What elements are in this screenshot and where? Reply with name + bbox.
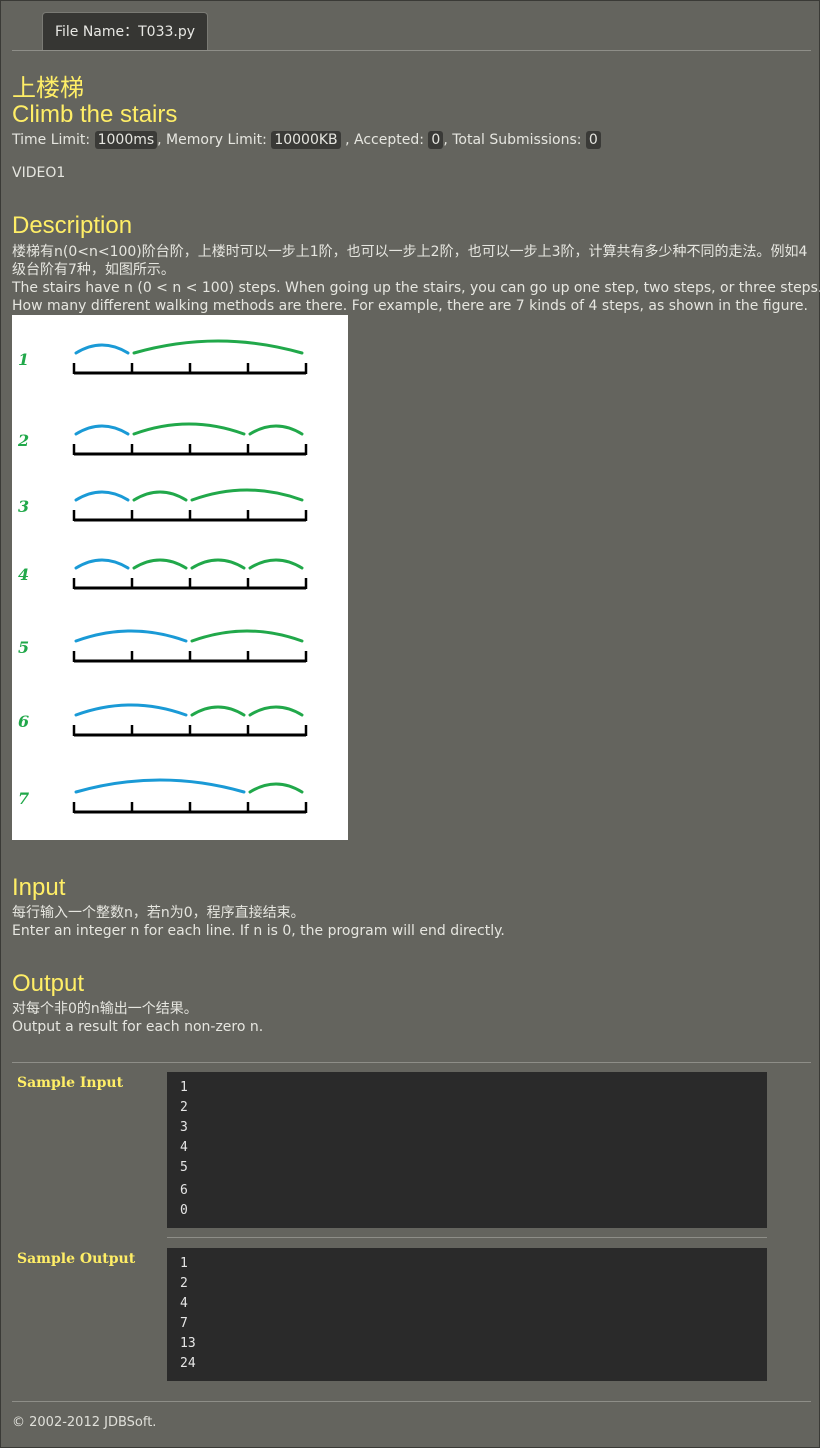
accepted-label: , Accepted:	[340, 132, 429, 148]
step-arc	[132, 339, 304, 355]
row-label: 7	[18, 789, 29, 808]
row-label: 5	[18, 638, 29, 657]
tab-bar: File Name：T033.py	[12, 12, 811, 51]
description-en-line2: How many different walking methods are t…	[12, 298, 808, 314]
tab-file-name[interactable]: File Name：T033.py	[42, 12, 208, 50]
step-arc	[74, 778, 246, 794]
staircase-row: 6	[18, 703, 308, 737]
total-submissions-label: , Total Submissions:	[443, 132, 586, 148]
staircase-row: 5	[18, 629, 308, 663]
output-heading: Output	[12, 970, 85, 997]
row-label: 3	[18, 497, 29, 516]
staircase-row: 2	[17, 422, 308, 456]
time-limit-label: Time Limit:	[12, 132, 95, 148]
sample-input-line: 1	[180, 1080, 188, 1095]
input-cn: 每行输入一个整数n，若n为0，程序直接结束。	[12, 905, 305, 921]
description-heading: Description	[12, 212, 133, 239]
step-arc	[190, 629, 304, 643]
row-label: 4	[18, 565, 29, 584]
memory-limit-value: 10000KB	[271, 131, 341, 149]
sample-input-line: 4	[180, 1140, 188, 1155]
sample-input-box[interactable]: 1 2 3 4 5 6 0	[167, 1072, 767, 1228]
step-arc	[74, 703, 188, 717]
footer-copyright: © 2002-2012 JDBSoft.	[12, 1415, 157, 1430]
staircase-row: 1	[18, 339, 308, 375]
step-arc	[248, 558, 304, 570]
staircase-row: 3	[18, 488, 308, 522]
description-text: 楼梯有n(0<n<100)阶台阶，上楼时可以一步上1阶，也可以一步上2阶，也可以…	[12, 243, 820, 315]
step-arc	[190, 488, 304, 502]
sample-input-line: 3	[180, 1120, 188, 1135]
input-text: 每行输入一个整数n，若n为0，程序直接结束。 Enter an integer …	[12, 904, 812, 940]
memory-limit-label: , Memory Limit:	[157, 132, 272, 148]
total-submissions-value: 0	[585, 131, 601, 149]
step-arc	[248, 424, 304, 436]
description-cn-line1: 楼梯有n(0<n<100)阶台阶，上楼时可以一步上1阶，也可以一步上2阶，也可以…	[12, 244, 808, 260]
page-title-en: Climb the stairs	[12, 101, 178, 128]
sample-input-line: 0	[180, 1203, 188, 1218]
description-en-line1: The stairs have n (0 < n < 100) steps. W…	[12, 280, 820, 296]
sample-input-line: 6	[180, 1183, 188, 1198]
sample-output-line: 13	[180, 1336, 196, 1351]
step-arc	[132, 422, 246, 436]
accepted-value: 0	[428, 131, 444, 149]
stairs-figure-svg: 1 2 3 4 5 6 7	[17, 339, 308, 814]
sample-input-label: Sample Input	[17, 1075, 124, 1091]
step-arc	[132, 490, 188, 502]
step-arc	[74, 629, 188, 643]
step-arc	[248, 705, 304, 717]
stairs-figure: 1 2 3 4 5 6 7	[12, 315, 348, 840]
sample-output-line: 7	[180, 1316, 188, 1331]
sample-input-line: 5	[180, 1160, 188, 1175]
step-arc	[248, 782, 304, 794]
input-heading: Input	[12, 874, 66, 901]
step-arc	[190, 705, 246, 717]
step-arc	[190, 558, 246, 570]
input-en: Enter an integer n for each line. If n i…	[12, 923, 505, 939]
description-cn-line2: 级台阶有7种，如图所示。	[12, 262, 175, 278]
row-label: 6	[18, 712, 29, 731]
staircase-row: 7	[18, 778, 308, 814]
video-link[interactable]: VIDEO1	[12, 164, 65, 182]
sample-output-label: Sample Output	[17, 1251, 136, 1267]
row-label: 1	[18, 350, 29, 369]
row-label: 2	[17, 431, 29, 450]
staircase-row: 4	[18, 558, 308, 590]
sample-output-line: 2	[180, 1276, 188, 1291]
divider	[12, 1062, 811, 1063]
output-cn: 对每个非0的n输出一个结果。	[12, 1001, 198, 1017]
sample-input-line: 2	[180, 1100, 188, 1115]
footer-divider	[12, 1401, 811, 1402]
sample-output-line: 24	[180, 1356, 196, 1371]
step-arc	[132, 558, 188, 570]
step-arc	[74, 424, 130, 436]
step-arc	[74, 343, 130, 355]
output-text: 对每个非0的n输出一个结果。 Output a result for each …	[12, 1000, 812, 1036]
sample-output-line: 4	[180, 1296, 188, 1311]
sample-output-box[interactable]: 1 2 4 7 13 24	[167, 1248, 767, 1381]
step-arc	[74, 490, 130, 502]
limits-line: Time Limit: 1000ms, Memory Limit: 10000K…	[12, 130, 601, 150]
sample-output-line: 1	[180, 1256, 188, 1271]
sample-divider	[167, 1237, 767, 1238]
output-en: Output a result for each non-zero n.	[12, 1019, 264, 1035]
time-limit-value: 1000ms	[94, 131, 158, 149]
step-arc	[74, 558, 130, 570]
